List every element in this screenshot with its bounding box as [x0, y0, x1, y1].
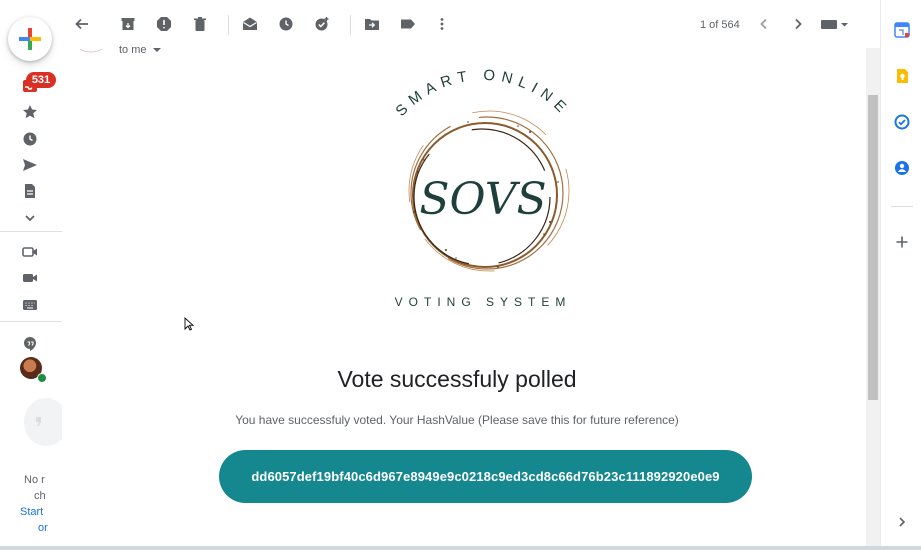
report-spam-icon[interactable]	[154, 14, 174, 34]
drafts-icon[interactable]	[20, 181, 40, 201]
side-panel	[880, 0, 921, 550]
keyboard-icon[interactable]	[20, 295, 40, 315]
online-status-dot	[37, 373, 47, 383]
recipient-details[interactable]: to me	[119, 44, 161, 56]
move-to-icon[interactable]	[362, 14, 382, 34]
older-chevron-icon[interactable]	[788, 14, 808, 34]
more-options-icon[interactable]	[432, 14, 452, 34]
newer-chevron-icon[interactable]	[754, 14, 774, 34]
back-arrow-icon[interactable]	[72, 14, 92, 34]
svg-text:SMART ONLINE: SMART ONLINE	[392, 67, 573, 120]
scrollbar-thumb[interactable]	[868, 95, 878, 400]
mark-as-unread-icon[interactable]	[240, 14, 260, 34]
compose-button[interactable]	[8, 17, 52, 61]
snoozed-icon[interactable]	[20, 129, 40, 149]
plus-icon	[19, 28, 41, 50]
sender-avatar	[78, 40, 104, 58]
left-rail: 531 No r ch Start or	[0, 0, 68, 550]
delete-icon[interactable]	[190, 14, 210, 34]
video-camera-icon[interactable]	[20, 268, 40, 288]
sovs-logo: SMART ONLINE SOVS VOTING SYSTEM	[392, 67, 573, 309]
toolbar-divider	[350, 15, 351, 35]
logo-bottom-text: VOTING SYSTEM	[395, 295, 572, 309]
snooze-icon[interactable]	[276, 14, 296, 34]
add-to-tasks-icon[interactable]	[312, 14, 332, 34]
recipient-label: to me	[119, 44, 147, 56]
label-icon[interactable]	[398, 14, 418, 34]
toolbar-divider	[228, 15, 229, 35]
message-body: SMART ONLINE SOVS VOTING SYSTEM Vote suc…	[62, 48, 866, 548]
new-meeting-icon[interactable]	[20, 242, 40, 262]
expand-panel-chevron-icon[interactable]	[893, 513, 911, 531]
start-chat-link[interactable]: Start	[0, 506, 46, 522]
logo-monogram: SOVS	[419, 174, 546, 225]
pagination-text: 1 of 564	[700, 19, 740, 31]
side-panel-divider	[891, 206, 913, 207]
hangouts-text-line: No r	[24, 474, 45, 486]
contacts-icon[interactable]	[893, 159, 911, 177]
hangouts-text-line[interactable]: or	[0, 522, 48, 538]
hangouts-empty-message: No r ch Start or	[0, 474, 48, 538]
headline: Vote successfuly polled	[337, 366, 577, 392]
caret-down-icon	[152, 48, 161, 52]
sent-icon[interactable]	[20, 155, 40, 175]
window-bottom-edge	[0, 546, 921, 550]
hash-value-button[interactable]: dd6057def19bf40c6d967e8949e9c0218c9ed3cd…	[219, 450, 752, 503]
keep-icon[interactable]	[893, 67, 911, 85]
success-message: You have successfuly voted. Your HashVal…	[235, 413, 679, 427]
archive-icon[interactable]	[118, 14, 138, 34]
hangouts-text-line: ch	[34, 490, 46, 502]
input-tools-icon[interactable]	[820, 14, 850, 34]
rail-divider	[0, 321, 62, 322]
quote-icon	[36, 417, 41, 426]
gmail-window: 531 No r ch Start or 1 of 564 SMART ONLI…	[0, 0, 921, 550]
calendar-icon[interactable]	[893, 21, 911, 39]
message-toolbar: 1 of 564	[62, 0, 866, 49]
starred-icon[interactable]	[20, 102, 40, 122]
unread-count-badge: 531	[26, 72, 56, 88]
tasks-icon[interactable]	[893, 113, 911, 131]
rail-divider	[0, 231, 62, 232]
mouse-cursor-icon	[184, 317, 194, 331]
get-addons-plus-icon[interactable]	[893, 233, 911, 251]
hangouts-icon[interactable]	[20, 334, 40, 354]
chevron-down-icon[interactable]	[20, 208, 40, 228]
